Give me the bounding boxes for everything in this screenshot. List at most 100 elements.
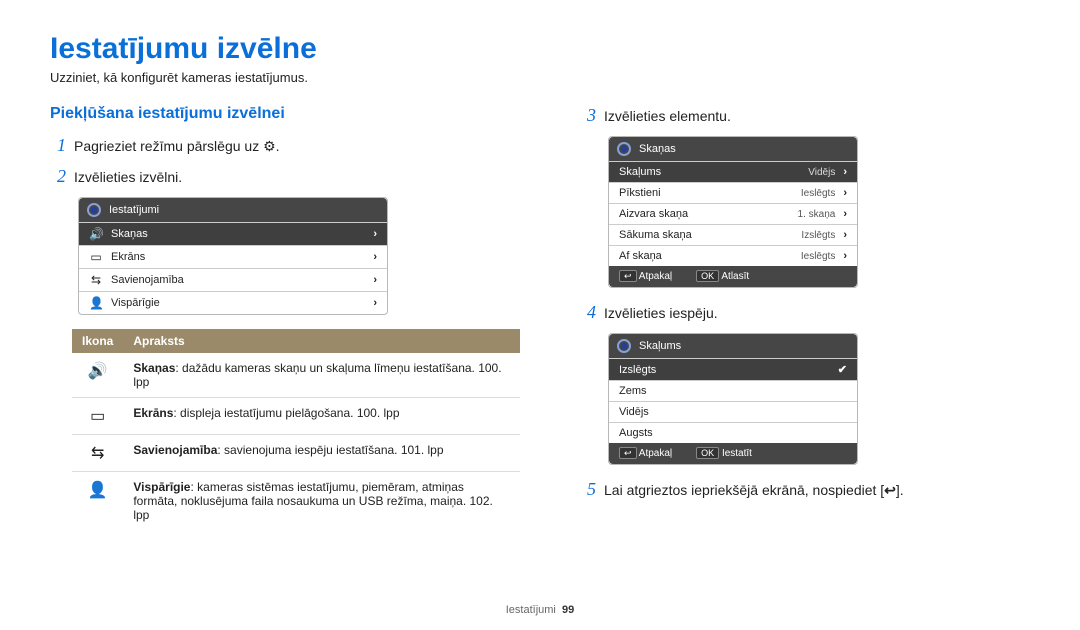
menu-item-display[interactable]: ▭ Ekrāns › bbox=[79, 245, 387, 268]
option-label: Af skaņa bbox=[619, 250, 793, 262]
step-text-end: ]. bbox=[896, 482, 904, 498]
menu-item-general[interactable]: 👤 Vispārīgie › bbox=[79, 291, 387, 314]
step-2: 2 Izvēlieties izvēlni. bbox=[50, 166, 520, 187]
panel-title: Skaļums bbox=[639, 340, 681, 352]
user-icon: 👤 bbox=[89, 296, 103, 310]
row-text: : displeja iestatījumu pielāgošana. 100.… bbox=[173, 406, 399, 420]
connectivity-icon: ⇆ bbox=[72, 435, 123, 472]
step-number: 3 bbox=[580, 105, 596, 126]
user-icon: 👤 bbox=[72, 472, 123, 531]
ok-label: Atlasīt bbox=[721, 271, 749, 282]
panel-header: Skaļums bbox=[609, 334, 857, 358]
option-label: Skaļums bbox=[619, 166, 800, 178]
chevron-right-icon: › bbox=[843, 166, 847, 178]
menu-item-label: Ekrāns bbox=[111, 251, 365, 263]
chevron-right-icon: › bbox=[843, 250, 847, 262]
back-key-icon: ↩ bbox=[619, 447, 637, 459]
step-text: Lai atgrieztos iepriekšējā ekrānā, nospi… bbox=[604, 482, 884, 498]
option-value: Ieslēgts bbox=[801, 188, 835, 199]
step-4: 4 Izvēlieties iespēju. bbox=[580, 302, 1030, 323]
option-beep[interactable]: Pīkstieni Ieslēgts › bbox=[609, 182, 857, 203]
menu-item-label: Savienojamība bbox=[111, 274, 365, 286]
option-value: Ieslēgts bbox=[801, 251, 835, 262]
row-name: Skaņas bbox=[133, 361, 175, 375]
back-arrow-icon: ↩ bbox=[884, 482, 896, 498]
choice-medium[interactable]: Vidējs bbox=[609, 401, 857, 422]
col-header-icon: Ikona bbox=[72, 329, 123, 353]
footer-page-number: 99 bbox=[562, 604, 574, 616]
step-text: Izvēlieties iespēju. bbox=[604, 305, 718, 321]
connectivity-icon: ⇆ bbox=[89, 273, 103, 287]
option-shutter[interactable]: Aizvara skaņa 1. skaņa › bbox=[609, 203, 857, 224]
step-text-end: . bbox=[276, 138, 280, 154]
selector-icon bbox=[87, 203, 101, 217]
volume-icon: 🔊 bbox=[89, 227, 103, 241]
step-text: Pagrieziet režīmu pārslēgu uz bbox=[74, 138, 263, 154]
row-text: : dažādu kameras skaņu un skaļuma līmeņu… bbox=[133, 361, 501, 389]
volume-options-panel: Skaļums Izslēgts ✔ Zems Vidējs Augsts ↩ … bbox=[608, 333, 858, 465]
menu-item-label: Skaņas bbox=[111, 228, 365, 240]
option-value: 1. skaņa bbox=[798, 209, 836, 220]
option-startup[interactable]: Sākuma skaņa Izslēgts › bbox=[609, 224, 857, 245]
display-icon: ▭ bbox=[72, 398, 123, 435]
choice-label: Vidējs bbox=[619, 406, 847, 418]
table-row: ⇆ Savienojamība: savienojuma iespēju ies… bbox=[72, 435, 520, 472]
step-1: 1 Pagrieziet režīmu pārslēgu uz ⚙. bbox=[50, 135, 520, 156]
step-text: Izvēlieties elementu. bbox=[604, 108, 731, 124]
gear-icon: ⚙ bbox=[263, 138, 276, 154]
back-label: Atpakaļ bbox=[639, 271, 672, 282]
option-label: Sākuma skaņa bbox=[619, 229, 793, 241]
option-af[interactable]: Af skaņa Ieslēgts › bbox=[609, 245, 857, 266]
panel-header: Iestatījumi bbox=[79, 198, 387, 222]
option-label: Pīkstieni bbox=[619, 187, 793, 199]
ok-key-icon: OK bbox=[696, 270, 719, 282]
option-volume[interactable]: Skaļums Vidējs › bbox=[609, 161, 857, 182]
selector-icon bbox=[617, 339, 631, 353]
choice-low[interactable]: Zems bbox=[609, 380, 857, 401]
menu-item-connectivity[interactable]: ⇆ Savienojamība › bbox=[79, 268, 387, 291]
chevron-right-icon: › bbox=[373, 274, 377, 286]
ok-label: Iestatīt bbox=[722, 448, 752, 459]
chevron-right-icon: › bbox=[843, 187, 847, 199]
choice-label: Zems bbox=[619, 385, 847, 397]
row-name: Vispārīgie bbox=[133, 480, 190, 494]
choice-label: Izslēgts bbox=[619, 364, 830, 376]
checkmark-icon: ✔ bbox=[838, 363, 847, 376]
chevron-right-icon: › bbox=[843, 208, 847, 220]
row-name: Savienojamība bbox=[133, 443, 217, 457]
panel-footer: ↩ Atpakaļ OK Atlasīt bbox=[609, 266, 857, 287]
page-footer: Iestatījumi 99 bbox=[0, 604, 1080, 616]
chevron-right-icon: › bbox=[373, 251, 377, 263]
chevron-right-icon: › bbox=[843, 229, 847, 241]
option-value: Izslēgts bbox=[801, 230, 835, 241]
page-title: Iestatījumu izvēlne bbox=[50, 32, 1030, 66]
step-number: 1 bbox=[50, 135, 66, 156]
menu-item-label: Vispārīgie bbox=[111, 297, 365, 309]
panel-title: Skaņas bbox=[639, 143, 676, 155]
section-heading: Piekļūšana iestatījumu izvēlnei bbox=[50, 105, 520, 123]
chevron-right-icon: › bbox=[373, 228, 377, 240]
panel-header: Skaņas bbox=[609, 137, 857, 161]
selector-icon bbox=[617, 142, 631, 156]
chevron-right-icon: › bbox=[373, 297, 377, 309]
step-number: 5 bbox=[580, 479, 596, 500]
choice-high[interactable]: Augsts bbox=[609, 422, 857, 443]
table-row: 👤 Vispārīgie: kameras sistēmas iestatīju… bbox=[72, 472, 520, 531]
choice-label: Augsts bbox=[619, 427, 847, 439]
choice-off[interactable]: Izslēgts ✔ bbox=[609, 358, 857, 380]
option-label: Aizvara skaņa bbox=[619, 208, 790, 220]
back-label: Atpakaļ bbox=[639, 448, 672, 459]
panel-footer: ↩ Atpakaļ OK Iestatīt bbox=[609, 443, 857, 464]
step-number: 2 bbox=[50, 166, 66, 187]
step-text: Izvēlieties izvēlni. bbox=[74, 169, 182, 185]
table-row: ▭ Ekrāns: displeja iestatījumu pielāgoša… bbox=[72, 398, 520, 435]
menu-item-sounds[interactable]: 🔊 Skaņas › bbox=[79, 222, 387, 245]
step-3: 3 Izvēlieties elementu. bbox=[580, 105, 1030, 126]
sounds-submenu-panel: Skaņas Skaļums Vidējs › Pīkstieni Ieslēg… bbox=[608, 136, 858, 288]
back-key-icon: ↩ bbox=[619, 270, 637, 282]
table-row: 🔊 Skaņas: dažādu kameras skaņu un skaļum… bbox=[72, 353, 520, 398]
footer-section: Iestatījumi bbox=[506, 604, 556, 616]
step-5: 5 Lai atgrieztos iepriekšējā ekrānā, nos… bbox=[580, 479, 1030, 500]
row-name: Ekrāns bbox=[133, 406, 173, 420]
row-text: : savienojuma iespēju iestatīšana. 101. … bbox=[217, 443, 443, 457]
